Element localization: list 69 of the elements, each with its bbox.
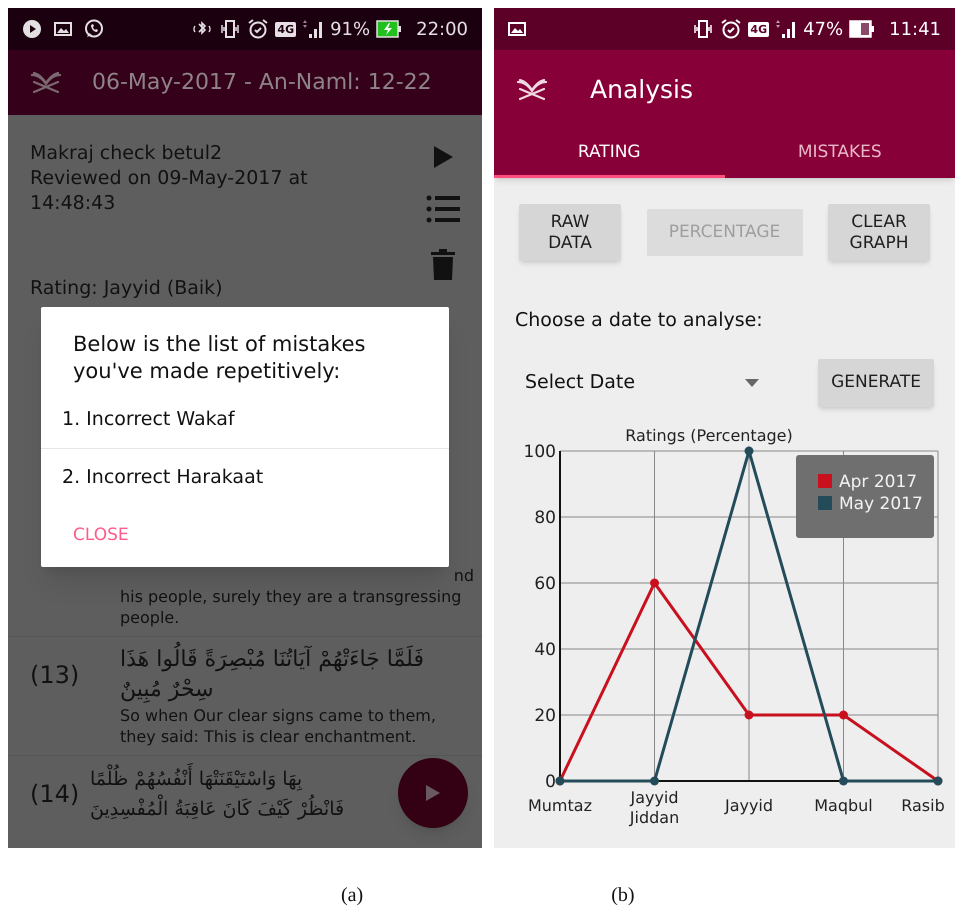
trash-icon (430, 249, 456, 281)
mode-button[interactable]: RAW DATA (519, 204, 621, 261)
verse-translation: So when Our clear signs came to them, they said: This is clear enchantment. (119, 705, 437, 747)
legend-label: Apr 2017 (839, 472, 918, 492)
list-icon (426, 195, 460, 223)
generate-button[interactable]: GENERATE (818, 358, 934, 406)
play-icon (425, 784, 441, 802)
arabic-verse-line: سِحْرٌ مُبِينٌ (120, 676, 214, 705)
recording-name: Makraj check betul2 (30, 141, 224, 166)
data-point (650, 578, 659, 587)
app-bar-title: 06-May-2017 - An-Naml: 12-22 (92, 69, 432, 97)
x-tick-label: Jayyid Jiddan (630, 788, 680, 826)
data-point (839, 776, 848, 785)
play-circle-icon (22, 19, 42, 39)
x-tick-label: Rasib (901, 796, 945, 814)
prompt-text: Choose a date to analyse: (514, 308, 764, 333)
chart-title: Ratings (Percentage) (625, 426, 793, 444)
mistake-item: 2. Incorrect Harakaat (61, 464, 264, 490)
data-point (650, 776, 659, 785)
clock-time: 11:41 (889, 18, 941, 42)
y-tick-label: 40 (534, 640, 556, 660)
image-icon (54, 22, 72, 36)
y-tick-label: 20 (534, 706, 556, 726)
y-tick-label: 80 (534, 508, 556, 528)
book-stand-icon (30, 72, 62, 94)
figure-caption: (b) (611, 883, 635, 908)
tab[interactable]: RATING (494, 130, 724, 178)
signal-icon (302, 19, 324, 39)
play-icon (432, 145, 454, 169)
caret-icon (745, 378, 759, 386)
dialog-message: Below is the list of mistakes you've made repetitively: (72, 331, 366, 385)
translation-fragment: nd (454, 566, 474, 586)
vibrate-icon (219, 19, 242, 39)
data-point (744, 446, 754, 455)
battery-percent: 91% (330, 18, 370, 42)
clock-time: 22:00 (416, 18, 468, 42)
x-tick-label: Jayyid (724, 796, 774, 814)
mode-button[interactable]: CLEAR GRAPH (828, 204, 930, 261)
network-badge: 4G (748, 22, 770, 36)
tab[interactable]: MISTAKES (724, 130, 955, 178)
book-stand-icon (516, 79, 548, 101)
bluetooth-icon (191, 20, 214, 38)
verse-number: (13) (30, 660, 80, 691)
alarm-icon (247, 18, 270, 40)
arabic-verse-line: فَانْظُرْ كَيْفَ كَانَ عَاقِبَةُ الْمُفْسِدِينَ (90, 794, 344, 824)
date-dropdown[interactable]: Select Date (515, 360, 775, 406)
rating-text: Rating: Jayyid (Baik) (30, 276, 224, 301)
verse-translation: his people, surely they are a transgressing people. (119, 586, 462, 628)
review-date: Reviewed on 09-May-2017 at 14:48:43 (30, 166, 309, 216)
mistake-item: 1. Incorrect Wakaf (41, 391, 449, 448)
image-icon (508, 22, 526, 36)
data-point (744, 710, 754, 719)
arabic-verse-line: بِهَا وَاسْتَيْقَنَتْهَا أَنْفُسُهُمْ ظُلْمًا (90, 764, 302, 794)
x-tick-label: Maqbul (814, 796, 873, 814)
data-point (839, 710, 848, 719)
battery-percent: 47% (803, 18, 844, 42)
signal-icon (775, 19, 798, 39)
y-tick-label: 100 (524, 442, 556, 462)
network-badge: 4G (275, 22, 296, 36)
y-tick-label: 0 (545, 772, 556, 792)
legend-label: May 2017 (839, 494, 923, 514)
verse-number: (14) (30, 779, 80, 810)
figure-caption: (a) (341, 883, 364, 908)
vibrate-icon (692, 19, 714, 39)
app-bar-title: Analysis (590, 74, 694, 106)
chat-bubble-icon (84, 19, 104, 39)
alarm-icon (720, 18, 742, 40)
y-tick-label: 60 (534, 574, 556, 594)
x-tick-label: Mumtaz (528, 796, 592, 814)
